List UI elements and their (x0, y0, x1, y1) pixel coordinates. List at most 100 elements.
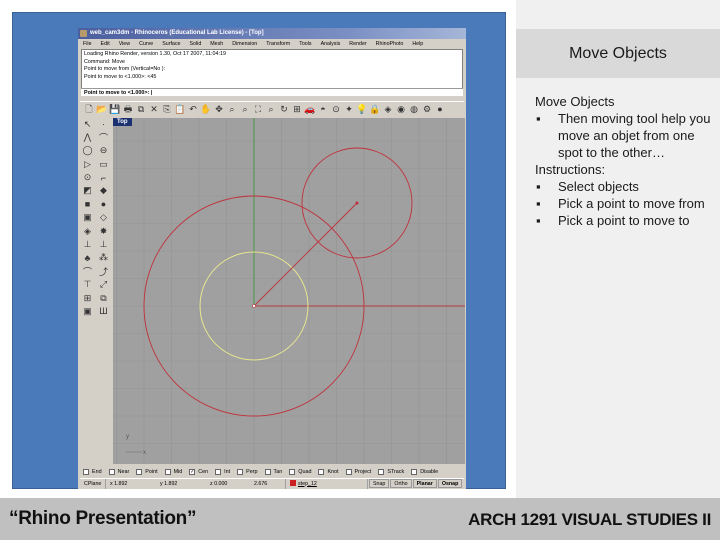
osnap-checkbox[interactable] (378, 468, 385, 475)
osnap-knot[interactable]: Knot (318, 468, 339, 475)
point-icon[interactable]: · (97, 118, 110, 130)
window-titlebar[interactable]: web_cam3dm - Rhinoceros (Educational Lab… (78, 28, 466, 39)
bulb-icon[interactable]: 💡 (356, 104, 368, 116)
menu-item-rhinophoto[interactable]: RhinoPhoto (376, 39, 404, 49)
mesh-icon[interactable]: ◈ (81, 225, 94, 237)
curve-icon[interactable]: ⌒ (97, 131, 110, 143)
new-file-icon[interactable]: 🗋 (83, 104, 95, 116)
osnap-point[interactable]: Point (136, 468, 158, 475)
explode-icon[interactable]: ✸ (97, 225, 110, 237)
select-icon[interactable]: ⊙ (330, 104, 342, 116)
offset-icon[interactable]: ⌒ (81, 265, 94, 277)
polyline-icon[interactable]: ⋀ (81, 131, 94, 143)
viewport-title-tab[interactable]: Top (113, 118, 132, 126)
osnap-checkbox[interactable] (136, 468, 143, 475)
osnap-checkbox[interactable] (108, 468, 115, 475)
osnap-end[interactable]: End (83, 468, 102, 475)
shaded-car-icon[interactable]: 🚗 (304, 104, 316, 116)
cut-icon[interactable]: ✕ (148, 104, 160, 116)
osnap-checkbox[interactable] (215, 468, 222, 475)
fillet-icon[interactable]: ⌐ (97, 172, 110, 184)
osnap-project[interactable]: Project (345, 468, 371, 475)
menu-item-render[interactable]: Render (349, 39, 366, 49)
extrude-icon[interactable]: ◆ (97, 185, 110, 197)
osnap-tan[interactable]: Tan (264, 468, 282, 475)
zoom-window-icon[interactable]: ⌕ (239, 104, 251, 116)
open-folder-icon[interactable]: 📂 (96, 104, 108, 116)
osnap-checkbox[interactable] (237, 468, 244, 475)
ortho-toggle[interactable]: Ortho (390, 479, 412, 488)
osnap-disable[interactable]: Disable (411, 468, 438, 475)
blend-icon[interactable]: ⤴ (97, 265, 110, 277)
osnap-cen[interactable]: ✓ Cen (189, 468, 208, 475)
join-icon[interactable]: ♣ (81, 252, 94, 264)
osnap-strack[interactable]: STrack (378, 468, 404, 475)
zoom-extents-icon[interactable]: ⛶ (252, 104, 264, 116)
select-arrow-icon[interactable]: ↖ (81, 118, 94, 130)
snap-toggle[interactable]: Snap (369, 479, 390, 488)
osnap-checkbox[interactable] (411, 468, 418, 475)
boolean-icon[interactable]: ◇ (97, 212, 110, 224)
osnap-checkbox[interactable] (345, 468, 352, 475)
group-icon[interactable]: ⁂ (97, 252, 110, 264)
rendered-icon[interactable]: ◓ (317, 104, 329, 116)
osnap-checkbox[interactable] (83, 468, 89, 475)
color-wheel-icon[interactable]: ◉ (395, 104, 407, 116)
osnap-checkbox[interactable]: ✓ (189, 468, 196, 475)
menu-item-edit[interactable]: Edit (101, 39, 110, 49)
ellipse-icon[interactable]: ⊖ (97, 145, 110, 157)
options-gear-icon[interactable]: ⚙ (421, 104, 433, 116)
menu-item-tools[interactable]: Tools (299, 39, 311, 49)
rectangle-icon[interactable]: ▭ (97, 158, 110, 170)
four-viewports-icon[interactable]: ⊞ (291, 104, 303, 116)
cylinder-icon[interactable]: ▣ (81, 212, 94, 224)
pan-hand-icon[interactable]: ✋ (200, 104, 212, 116)
osnap-mid[interactable]: Mid (164, 468, 182, 475)
paste-icon[interactable]: 📋 (174, 104, 186, 116)
status-layer[interactable]: step_12 (286, 478, 368, 489)
osnap-int[interactable]: Int (215, 468, 230, 475)
menu-item-transform[interactable]: Transform (266, 39, 290, 49)
render-icon[interactable]: ▣ (81, 305, 94, 317)
osnap-perp[interactable]: Perp (237, 468, 258, 475)
planar-toggle[interactable]: Planar (412, 479, 437, 488)
osnap-quad[interactable]: Quad (289, 468, 311, 475)
split-icon[interactable]: ⊥ (97, 239, 110, 251)
menu-item-view[interactable]: View (119, 39, 130, 49)
undo-icon[interactable]: ↶ (187, 104, 199, 116)
trim-icon[interactable]: ⊥ (81, 239, 94, 251)
menu-item-dimension[interactable]: Dimension (232, 39, 257, 49)
menu-item-curve[interactable]: Curve (139, 39, 153, 49)
arc-icon[interactable]: ▷ (81, 158, 94, 170)
analyze-icon[interactable]: Ш (97, 305, 110, 317)
menu-item-mesh[interactable]: Mesh (210, 39, 223, 49)
menu-item-surface[interactable]: Surface (162, 39, 180, 49)
menu-item-solid[interactable]: Solid (189, 39, 201, 49)
transform-icon[interactable]: ⧉ (97, 292, 110, 304)
save-icon[interactable]: 💾 (109, 104, 121, 116)
array-icon[interactable]: ⊞ (81, 292, 94, 304)
help-icon[interactable]: ● (434, 104, 446, 116)
osnap-checkbox[interactable] (264, 468, 271, 475)
osnap-checkbox[interactable] (164, 468, 171, 475)
menu-item-help[interactable]: Help (412, 39, 423, 49)
osnap-toggle[interactable]: Osnap (437, 479, 463, 488)
polygon-icon[interactable]: ⊙ (81, 172, 94, 184)
osnap-near[interactable]: Near (108, 468, 129, 475)
sphere-icon[interactable]: ● (97, 198, 110, 210)
top-viewport[interactable]: yx Top (113, 118, 465, 464)
dimension-icon[interactable]: ⊤ (81, 279, 94, 291)
light-icon[interactable]: ✦ (343, 104, 355, 116)
zoom-icon[interactable]: ⌕ (226, 104, 238, 116)
osnap-checkbox[interactable] (289, 468, 296, 475)
command-line-input[interactable]: Point to move to <1.000>: | (81, 88, 463, 96)
material-icon[interactable]: ◍ (408, 104, 420, 116)
set-view-icon[interactable]: ↻ (278, 104, 290, 116)
lock-icon[interactable]: 🔒 (369, 104, 381, 116)
circle-icon[interactable]: ◯ (81, 145, 94, 157)
rotate-view-icon[interactable]: ✥ (213, 104, 225, 116)
copy-icon[interactable]: ⎘ (161, 104, 173, 116)
menu-item-file[interactable]: File (83, 39, 92, 49)
layers-icon[interactable]: ◈ (382, 104, 394, 116)
osnap-checkbox[interactable] (318, 468, 325, 475)
